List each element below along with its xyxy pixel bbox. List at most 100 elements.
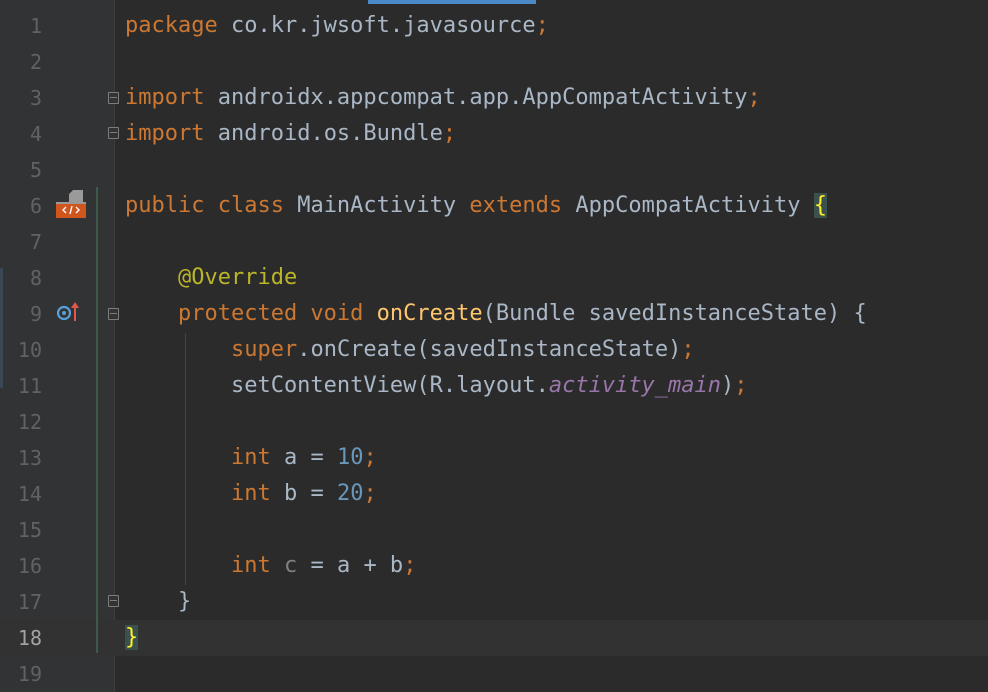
- code-line[interactable]: 9 protected void onCreate(Bundle savedIn…: [0, 296, 988, 332]
- line-number: 7: [29, 230, 42, 254]
- code-token: {: [813, 193, 828, 218]
- code-line[interactable]: 3 import androidx.appcompat.app.AppCompat…: [0, 80, 988, 116]
- code-line[interactable]: 11 setContentView(R.layout.activity_main…: [0, 368, 988, 404]
- code-line[interactable]: 1 package co.kr.jwsoft.javasource;: [0, 8, 988, 44]
- fold-imports-end-icon[interactable]: [108, 127, 119, 139]
- fold-imports-start-icon[interactable]: [108, 92, 119, 104]
- line-number: 15: [17, 518, 42, 542]
- line-number: 17: [17, 590, 42, 614]
- code-text[interactable]: package co.kr.jwsoft.javasource;: [125, 8, 549, 44]
- code-token: protected void: [177, 301, 364, 326]
- code-token: ;: [363, 445, 377, 470]
- line-number: 4: [29, 122, 42, 146]
- code-token: import: [125, 121, 205, 146]
- line-number: 18: [17, 626, 42, 650]
- code-token: ;: [363, 481, 377, 506]
- code-text[interactable]: int b = 20;: [125, 476, 377, 512]
- fold-method-end-icon[interactable]: [108, 595, 119, 607]
- code-text[interactable]: public class MainActivity extends AppCom…: [125, 188, 828, 224]
- line-number: 13: [17, 446, 42, 470]
- code-line[interactable]: 19: [0, 656, 988, 692]
- code-token: int: [230, 553, 271, 578]
- code-token: package: [125, 13, 218, 38]
- code-line[interactable]: 14 int b = 20;: [0, 476, 988, 512]
- code-token: ;: [734, 373, 748, 398]
- line-number: 5: [29, 158, 42, 182]
- line-number: 8: [29, 266, 42, 290]
- class-scope-marker: [96, 187, 98, 653]
- code-text[interactable]: super.onCreate(savedInstanceState);: [125, 332, 695, 368]
- indent-guide: [185, 333, 186, 585]
- code-line[interactable]: 4 import android.os.Bundle;: [0, 116, 988, 152]
- code-text[interactable]: protected void onCreate(Bundle savedInst…: [125, 296, 867, 332]
- code-token: super: [230, 337, 298, 362]
- code-token: 20: [336, 481, 364, 506]
- code-text[interactable]: import android.os.Bundle;: [125, 116, 456, 152]
- code-line[interactable]: 12: [0, 404, 988, 440]
- code-token: int: [230, 481, 271, 506]
- line-number: 14: [17, 482, 42, 506]
- code-token: setContentView(R.layout.: [125, 373, 549, 398]
- code-token: ): [721, 373, 735, 398]
- line-number: 9: [29, 302, 42, 326]
- code-token: activity_main: [548, 373, 722, 398]
- code-line[interactable]: 5: [0, 152, 988, 188]
- code-text[interactable]: }: [125, 584, 191, 620]
- code-token: }: [125, 589, 192, 614]
- line-number: 2: [29, 50, 42, 74]
- line-number: 3: [29, 86, 42, 110]
- line-number: 16: [17, 554, 42, 578]
- code-token: public class: [125, 193, 284, 218]
- code-token: extends: [469, 193, 563, 218]
- code-text[interactable]: int c = a + b;: [125, 548, 416, 584]
- code-line[interactable]: 15: [0, 512, 988, 548]
- code-token: AppCompatActivity: [562, 193, 814, 218]
- code-text[interactable]: int a = 10;: [125, 440, 377, 476]
- code-token: ;: [442, 121, 457, 146]
- code-line[interactable]: 17 }: [0, 584, 988, 620]
- code-line[interactable]: 16 int c = a + b;: [0, 548, 988, 584]
- code-token: a =: [270, 445, 337, 470]
- code-token: .onCreate(savedInstanceState): [297, 337, 682, 362]
- code-line[interactable]: 2: [0, 44, 988, 80]
- line-number: 1: [29, 14, 42, 38]
- code-token: ;: [681, 337, 695, 362]
- overrides-method-icon[interactable]: [56, 301, 82, 325]
- code-text[interactable]: }: [125, 620, 139, 656]
- code-token: 10: [336, 445, 364, 470]
- code-line[interactable]: 10 super.onCreate(savedInstanceState);: [0, 332, 988, 368]
- code-line[interactable]: 6 public class MainActivity extends AppCo…: [0, 188, 988, 224]
- fold-method-start-icon[interactable]: [108, 308, 119, 320]
- code-token: int: [230, 445, 271, 470]
- code-token: onCreate: [376, 301, 483, 326]
- code-token: (Bundle savedInstanceState) {: [482, 301, 867, 326]
- line-number: 6: [29, 194, 42, 218]
- line-number: 19: [17, 662, 42, 686]
- code-token: ;: [535, 13, 549, 38]
- code-line[interactable]: 18}: [0, 620, 988, 656]
- code-token: android.os.Bundle: [204, 121, 443, 146]
- code-line[interactable]: 7: [0, 224, 988, 260]
- code-token: c: [283, 553, 298, 578]
- line-number: 12: [17, 410, 42, 434]
- code-token: ;: [403, 553, 417, 578]
- code-text[interactable]: setContentView(R.layout.activity_main);: [125, 368, 748, 404]
- code-line[interactable]: 13 int a = 10;: [0, 440, 988, 476]
- android-activity-icon[interactable]: [56, 190, 86, 218]
- code-text[interactable]: @Override: [125, 260, 297, 296]
- code-token: import: [125, 85, 205, 110]
- code-line[interactable]: 8 @Override: [0, 260, 988, 296]
- code-token: co.kr.jwsoft.javasource: [217, 13, 536, 38]
- line-number: 10: [17, 338, 42, 362]
- line-number: 11: [17, 374, 42, 398]
- code-token: }: [125, 625, 139, 650]
- code-text[interactable]: import androidx.appcompat.app.AppCompatA…: [125, 80, 761, 116]
- code-token: MainActivity: [283, 193, 470, 218]
